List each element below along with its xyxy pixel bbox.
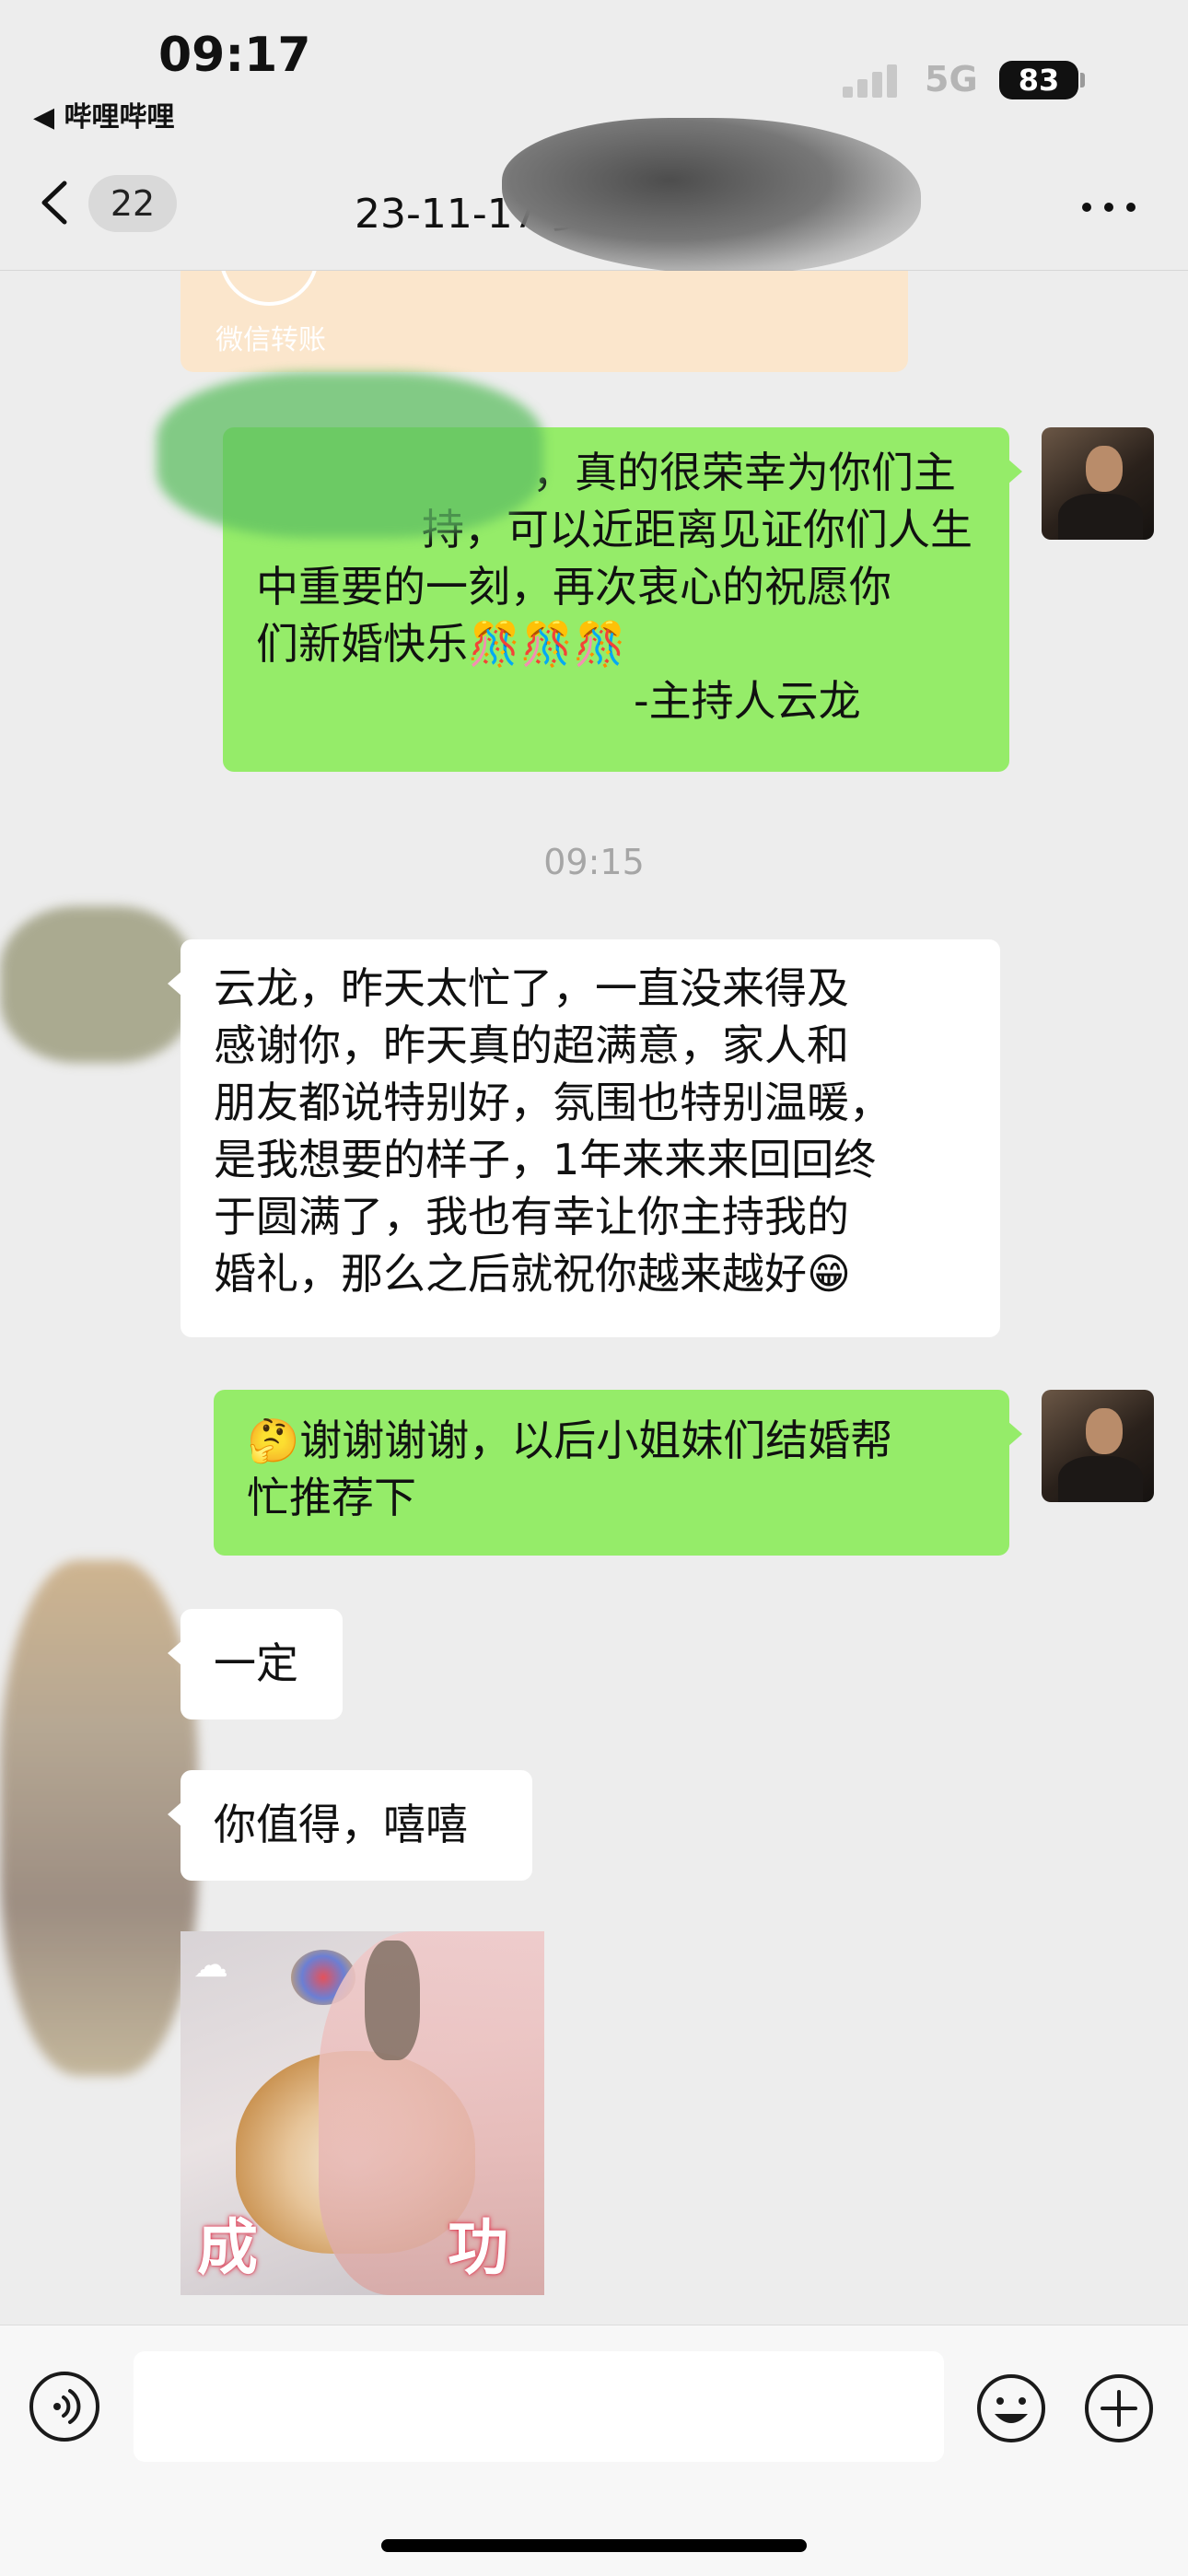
redaction-scribble (157, 372, 543, 538)
battery-icon: 83 (999, 61, 1078, 99)
back-chevron-icon[interactable] (37, 180, 74, 226)
status-time: 09:17 (158, 28, 311, 83)
message-line: 婚礼，那么之后就祝你越来越好😁 (214, 1249, 851, 1299)
transfer-card[interactable]: 微信转账 (181, 271, 908, 372)
sticker-caption: 成 (197, 2212, 258, 2283)
message-line: 云龙，昨天太忙了，一直没来得及 (214, 963, 849, 1013)
more-icon[interactable] (1082, 193, 1139, 221)
message-bubble[interactable]: 你值得，嘻嘻 (168, 1770, 532, 1881)
message-bubble[interactable]: 一定 (168, 1609, 343, 1719)
sticker-paw (365, 1941, 420, 2060)
my-avatar[interactable] (1042, 1390, 1154, 1502)
transfer-label: 微信转账 (215, 324, 326, 356)
my-avatar[interactable] (1042, 427, 1154, 540)
message-line: 你值得，嘻嘻 (214, 1800, 468, 1849)
emoji-icon[interactable] (974, 2372, 1048, 2445)
network-type: 5G (925, 59, 978, 99)
redaction-scribble (502, 118, 921, 274)
unread-count-badge[interactable]: 22 (88, 175, 177, 232)
sticker-caption: 功 (448, 2212, 508, 2283)
message-line: 朋友都说特别好，氛围也特别温暖， (214, 1078, 891, 1127)
message-line: 于圆满了，我也有幸让你主持我的 (214, 1192, 849, 1241)
message-line: 忙推荐下 (247, 1473, 416, 1522)
chat-header: 22 23-11-17 婺 (0, 118, 1188, 274)
cloud-icon: ☁ (193, 1944, 228, 1985)
message-input[interactable] (134, 2351, 944, 2462)
timestamp: 09:15 (543, 842, 645, 882)
message-line: 是我想要的样子，1年来来来回回终 (214, 1135, 877, 1184)
message-line: 中重要的一刻，再次衷心的祝愿你 (256, 562, 891, 612)
signal-icon (843, 64, 905, 98)
input-bar (0, 2325, 1188, 2576)
message-list[interactable]: 微信转账 ，真的很荣幸为你们主 持，可以近距离见证你们人生 中重要的一刻，再次衷… (0, 271, 1188, 2325)
message-line: 一定 (214, 1638, 298, 1688)
plus-icon[interactable] (1082, 2372, 1156, 2445)
battery-tip (1080, 73, 1085, 87)
message-line: 🤔谢谢谢谢，以后小姐妹们结婚帮 (247, 1416, 893, 1465)
status-bar: 09:17 ◀ 哔哩哔哩 5G 83 (0, 0, 1188, 138)
sticker-hand (319, 1931, 544, 2295)
message-line: -主持人云龙 (634, 676, 861, 726)
message-bubble[interactable]: 云龙，昨天太忙了，一直没来得及 感谢你，昨天真的超满意，家人和 朋友都说特别好，… (168, 939, 1000, 1337)
voice-icon[interactable] (29, 2372, 99, 2442)
message-line: 们新婚快乐🎊🎊🎊 (256, 619, 626, 669)
contact-avatar[interactable] (0, 906, 193, 1063)
message-line: 感谢你，昨天真的超满意，家人和 (214, 1020, 849, 1070)
message-bubble[interactable]: 🤔谢谢谢谢，以后小姐妹们结婚帮 忙推荐下 (214, 1390, 1022, 1556)
back-to-app-link[interactable]: ◀ 哔哩哔哩 (33, 94, 175, 134)
sticker-image[interactable]: ☁ 成 功 (181, 1931, 544, 2295)
transfer-check-icon (219, 271, 319, 306)
home-indicator (381, 2539, 807, 2552)
